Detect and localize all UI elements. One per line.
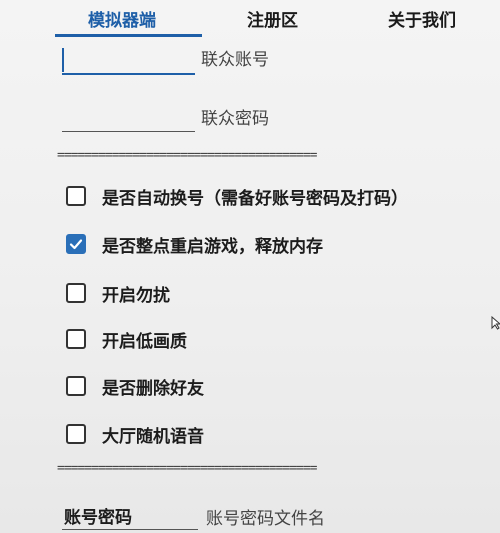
checkbox[interactable]: [66, 376, 86, 396]
account-input[interactable]: [64, 50, 192, 72]
option-lobby-random-voice[interactable]: 大厅随机语音: [66, 420, 204, 448]
password-label: 联众密码: [201, 109, 269, 129]
text-cursor: [62, 48, 64, 72]
tab-register[interactable]: 注册区: [247, 6, 298, 31]
option-label: 是否整点重启游戏，释放内存: [102, 236, 323, 257]
tab-about-us[interactable]: 关于我们: [388, 6, 456, 31]
account-file-label: 账号密码文件名: [206, 509, 325, 529]
checkbox[interactable]: [66, 329, 86, 349]
option-low-quality[interactable]: 开启低画质: [66, 325, 187, 353]
option-label: 大厅随机语音: [102, 426, 204, 447]
account-input-underline: [62, 73, 195, 75]
separator-top: ======================================: [57, 148, 317, 163]
password-input[interactable]: [64, 108, 192, 130]
option-auto-switch-account[interactable]: 是否自动换号（需备好账号密码及打码）: [66, 182, 408, 210]
option-do-not-disturb[interactable]: 开启勿扰: [66, 279, 170, 307]
separator-bottom: ======================================: [57, 461, 317, 476]
password-input-underline: [62, 131, 195, 132]
option-delete-friends[interactable]: 是否删除好友: [66, 372, 204, 400]
checkbox-checked[interactable]: [66, 234, 86, 254]
active-tab-indicator: [55, 34, 202, 37]
option-label: 是否删除好友: [102, 378, 204, 399]
mouse-pointer-icon: [491, 316, 500, 330]
checkmark-icon: [69, 239, 83, 250]
option-label: 开启低画质: [102, 331, 187, 352]
account-label: 联众账号: [201, 50, 269, 70]
checkbox[interactable]: [66, 186, 86, 206]
tab-bar: 模拟器端 注册区 关于我们: [0, 0, 500, 40]
option-label: 是否自动换号（需备好账号密码及打码）: [102, 188, 408, 209]
tab-simulator[interactable]: 模拟器端: [88, 6, 156, 31]
checkbox[interactable]: [66, 424, 86, 444]
option-label: 开启勿扰: [102, 285, 170, 306]
account-file-input[interactable]: [64, 504, 192, 526]
option-hourly-restart[interactable]: 是否整点重启游戏，释放内存: [66, 230, 323, 258]
account-file-input-underline: [62, 529, 198, 530]
checkbox[interactable]: [66, 283, 86, 303]
